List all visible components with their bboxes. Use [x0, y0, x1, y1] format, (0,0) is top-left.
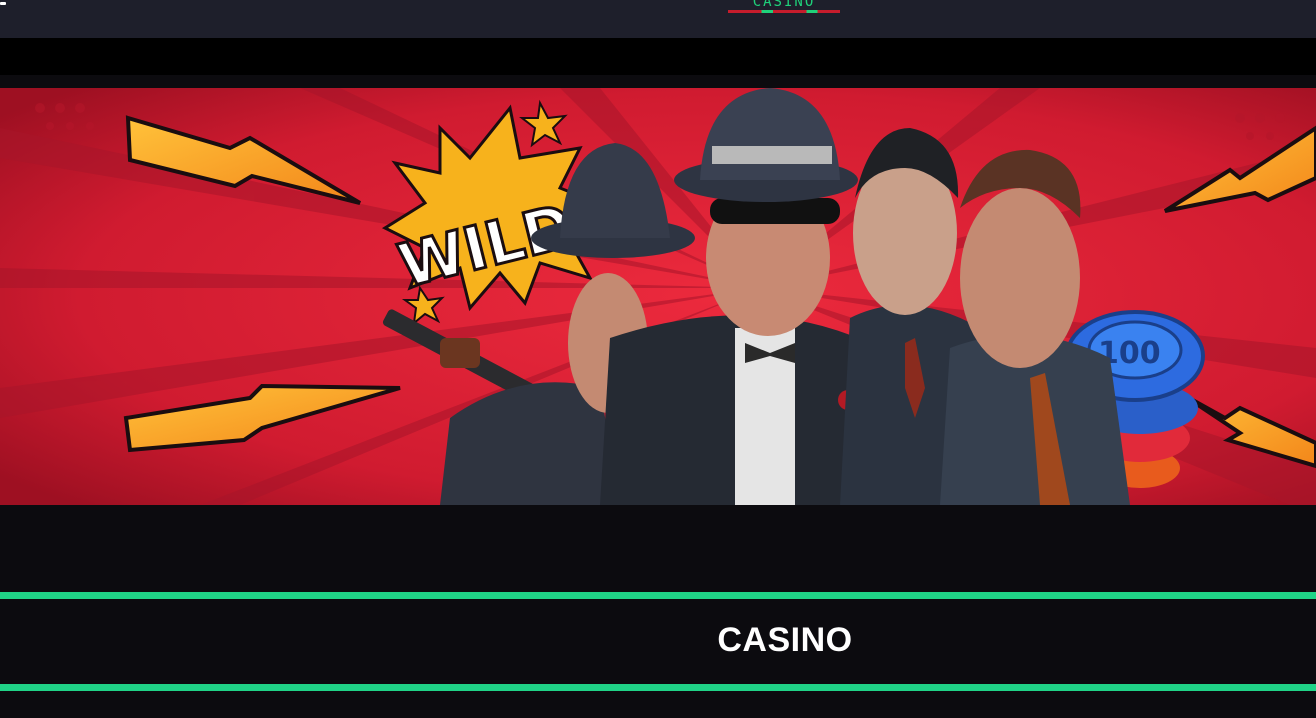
site-header: CASINO	[0, 0, 1316, 38]
menu-icon[interactable]	[0, 2, 6, 5]
section-title: CASINO	[717, 621, 853, 659]
banner-spacer	[0, 505, 1316, 592]
nav-strip	[0, 38, 1316, 75]
hero-banner[interactable]: WILD!! 100	[0, 88, 1316, 505]
nav-strip-divider	[0, 75, 1316, 88]
site-logo[interactable]: CASINO	[728, 0, 840, 14]
section-divider-top	[0, 592, 1316, 599]
section-divider-bottom	[0, 684, 1316, 691]
banner-artwork: WILD!! 100	[0, 88, 1316, 505]
logo-stripe	[728, 10, 840, 13]
logo-text: CASINO	[752, 0, 816, 10]
